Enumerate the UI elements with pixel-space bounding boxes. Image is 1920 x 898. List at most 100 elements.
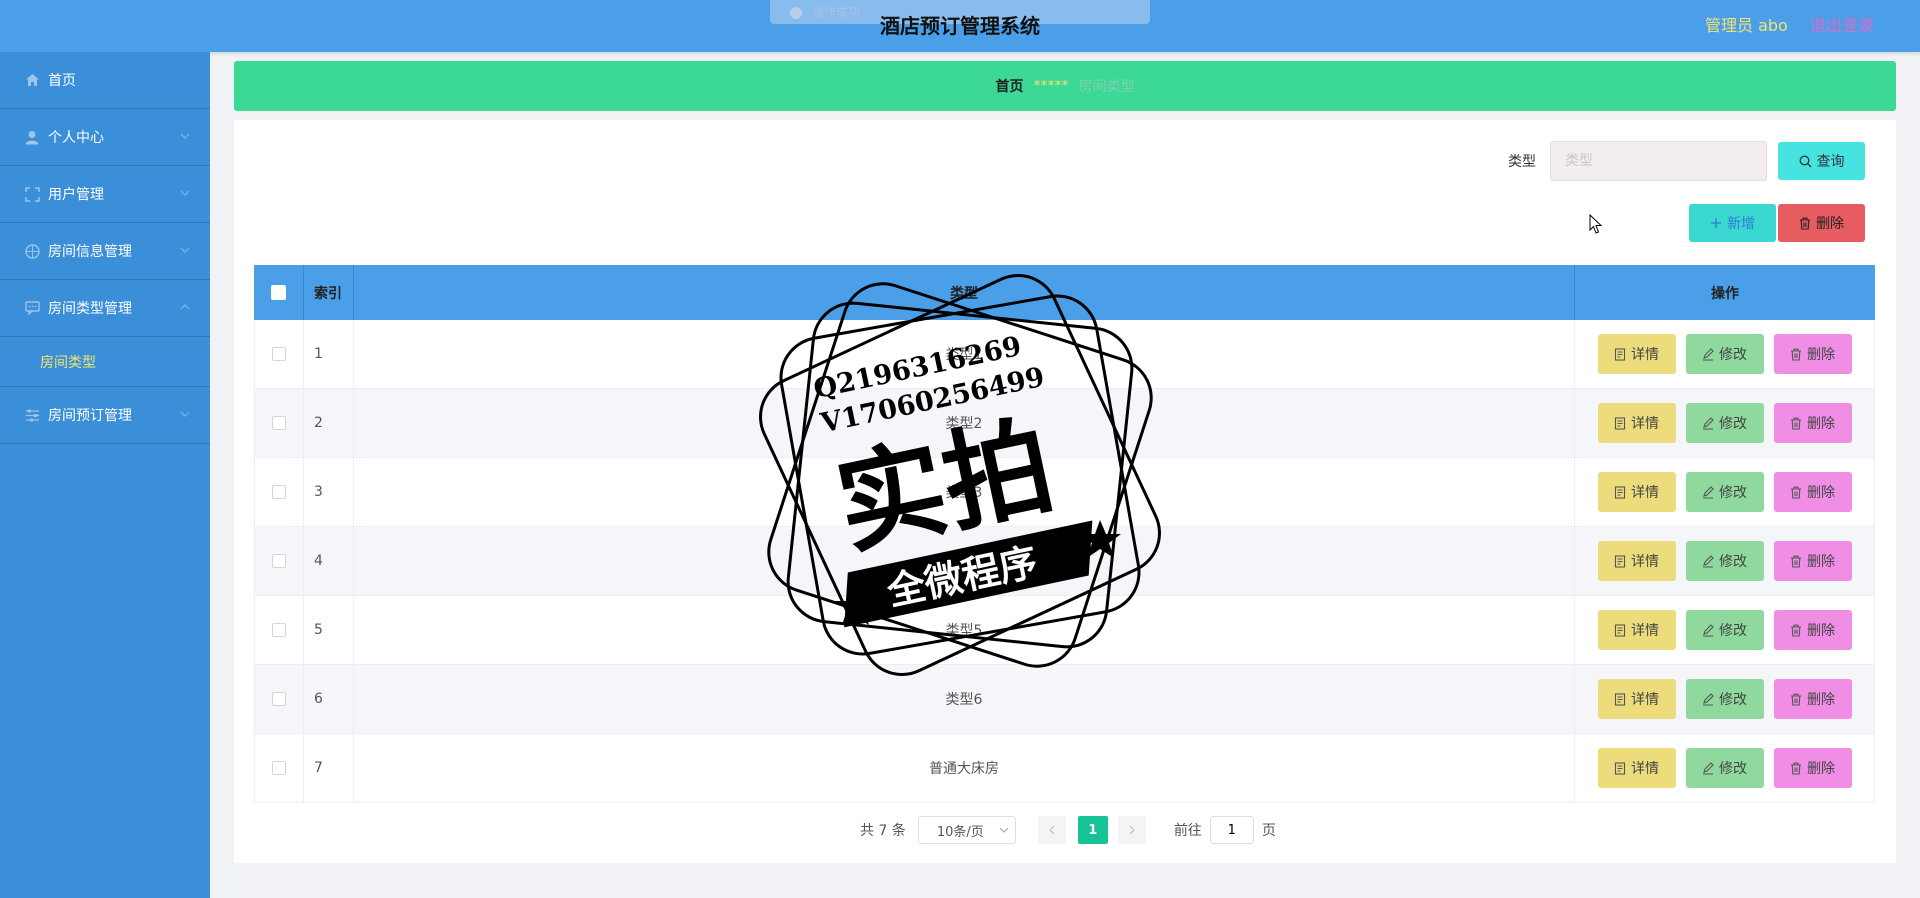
search-icon <box>1799 155 1811 167</box>
delete-button[interactable]: 删除 <box>1773 748 1852 788</box>
user-icon <box>24 129 40 145</box>
document-icon <box>1614 761 1626 775</box>
frame-icon <box>24 186 40 202</box>
type-search-input[interactable] <box>1550 141 1767 181</box>
row-checkbox[interactable] <box>272 347 286 361</box>
detail-button[interactable]: 详情 <box>1597 610 1676 650</box>
select-all-checkbox[interactable] <box>271 285 286 300</box>
sidebar-item-label: 用户管理 <box>48 187 104 203</box>
edit-button[interactable]: 修改 <box>1685 748 1764 788</box>
row-checkbox[interactable] <box>272 623 286 637</box>
delete-button[interactable]: 删除 <box>1773 472 1852 512</box>
logout-link[interactable]: 退出登录 <box>1810 12 1874 36</box>
search-label: 类型 <box>1508 154 1536 170</box>
row-actions: 详情 修改 删除 <box>1575 389 1875 457</box>
edit-icon <box>1703 347 1714 361</box>
chevron-left-icon <box>1048 825 1055 835</box>
breadcrumb-separator: ***** <box>1033 78 1069 94</box>
row-checkbox[interactable] <box>272 485 286 499</box>
row-checkbox[interactable] <box>272 692 286 706</box>
goto-page-input[interactable] <box>1209 816 1254 844</box>
goto-suffix: 页 <box>1261 823 1276 839</box>
next-page-button[interactable] <box>1117 816 1146 844</box>
sidebar-item-profile[interactable]: 个人中心 <box>0 109 210 166</box>
trash-icon <box>1800 217 1810 230</box>
breadcrumb-home[interactable]: 首页 <box>996 76 1024 96</box>
current-user: 管理员 abo <box>1705 16 1788 35</box>
sidebar-subitem-label: 房间类型 <box>40 354 96 371</box>
document-icon <box>1614 554 1626 568</box>
edit-button[interactable]: 修改 <box>1685 679 1764 719</box>
sidebar-item-users[interactable]: 用户管理 <box>0 166 210 223</box>
detail-button[interactable]: 详情 <box>1597 541 1676 581</box>
chevron-down-icon <box>180 133 190 139</box>
trash-icon <box>1791 693 1801 706</box>
document-icon <box>1614 692 1626 706</box>
sidebar-item-home[interactable]: 首页 <box>0 52 210 109</box>
chevron-down-icon <box>999 827 1009 833</box>
trash-icon <box>1791 348 1801 361</box>
delete-button[interactable]: 删除 <box>1773 679 1852 719</box>
detail-button[interactable]: 详情 <box>1597 403 1676 443</box>
breadcrumb-current: 房间类型 <box>1078 79 1135 95</box>
pagination: 共 7 条 10条/页 1 前往 页 <box>860 816 1276 844</box>
plus-icon <box>1711 218 1721 228</box>
delete-button[interactable]: 删除 <box>1773 541 1852 581</box>
edit-button[interactable]: 修改 <box>1685 541 1764 581</box>
document-icon <box>1614 623 1626 637</box>
edit-button[interactable]: 修改 <box>1685 334 1764 374</box>
row-type: 普通大床房 <box>354 734 1575 802</box>
trash-icon <box>1791 762 1801 775</box>
row-index: 4 <box>304 527 354 595</box>
edit-button[interactable]: 修改 <box>1685 403 1764 443</box>
sidebar-item-room-type[interactable]: 房间类型管理 <box>0 280 210 337</box>
document-icon <box>1614 347 1626 361</box>
add-button[interactable]: 新增 <box>1689 204 1776 242</box>
edit-button[interactable]: 修改 <box>1685 610 1764 650</box>
edit-button[interactable]: 修改 <box>1685 472 1764 512</box>
sidebar-item-booking[interactable]: 房间预订管理 <box>0 387 210 444</box>
detail-button[interactable]: 详情 <box>1597 334 1676 374</box>
document-icon <box>1614 416 1626 430</box>
detail-button[interactable]: 详情 <box>1597 679 1676 719</box>
column-header-index: 索引 <box>304 265 354 320</box>
row-actions: 详情 修改 删除 <box>1575 458 1875 526</box>
mouse-cursor-icon <box>1589 214 1603 234</box>
row-checkbox[interactable] <box>272 554 286 568</box>
row-index: 3 <box>304 458 354 526</box>
batch-delete-button[interactable]: 删除 <box>1778 204 1865 242</box>
row-index: 6 <box>304 665 354 733</box>
breadcrumb: 首页 ***** 房间类型 <box>234 61 1896 111</box>
sidebar-item-label: 房间预订管理 <box>48 408 132 424</box>
table-row: 7 普通大床房 详情 修改 删除 <box>254 734 1875 803</box>
home-icon <box>24 72 40 88</box>
trash-icon <box>1791 417 1801 430</box>
chevron-down-icon <box>180 247 190 253</box>
prev-page-button[interactable] <box>1037 816 1066 844</box>
chevron-right-icon <box>1129 825 1135 835</box>
pagination-total: 共 7 条 <box>860 823 906 839</box>
chevron-down-icon <box>180 190 190 196</box>
row-index: 1 <box>304 320 354 388</box>
delete-button[interactable]: 删除 <box>1773 334 1852 374</box>
row-checkbox[interactable] <box>272 416 286 430</box>
delete-button[interactable]: 删除 <box>1773 610 1852 650</box>
sidebar-subitem-room-type[interactable]: 房间类型 <box>0 337 210 387</box>
edit-icon <box>1703 485 1714 499</box>
query-button[interactable]: 查询 <box>1778 142 1865 180</box>
delete-button[interactable]: 删除 <box>1773 403 1852 443</box>
goto-prefix: 前往 <box>1173 823 1202 839</box>
top-bar: 操作成功 酒店预订管理系统 管理员 abo 退出登录 <box>0 0 1920 52</box>
edit-icon <box>1703 692 1714 706</box>
page-size-select[interactable]: 10条/页 <box>917 816 1016 844</box>
row-checkbox[interactable] <box>272 761 286 775</box>
page-number-current[interactable]: 1 <box>1077 816 1108 844</box>
detail-button[interactable]: 详情 <box>1597 472 1676 512</box>
detail-button[interactable]: 详情 <box>1597 748 1676 788</box>
sidebar-item-room-info[interactable]: 房间信息管理 <box>0 223 210 280</box>
sidebar-item-label: 房间类型管理 <box>48 301 132 317</box>
row-actions: 详情 修改 删除 <box>1575 527 1875 595</box>
document-icon <box>1614 485 1626 499</box>
row-actions: 详情 修改 删除 <box>1575 320 1875 388</box>
app-title: 酒店预订管理系统 <box>880 14 1040 38</box>
